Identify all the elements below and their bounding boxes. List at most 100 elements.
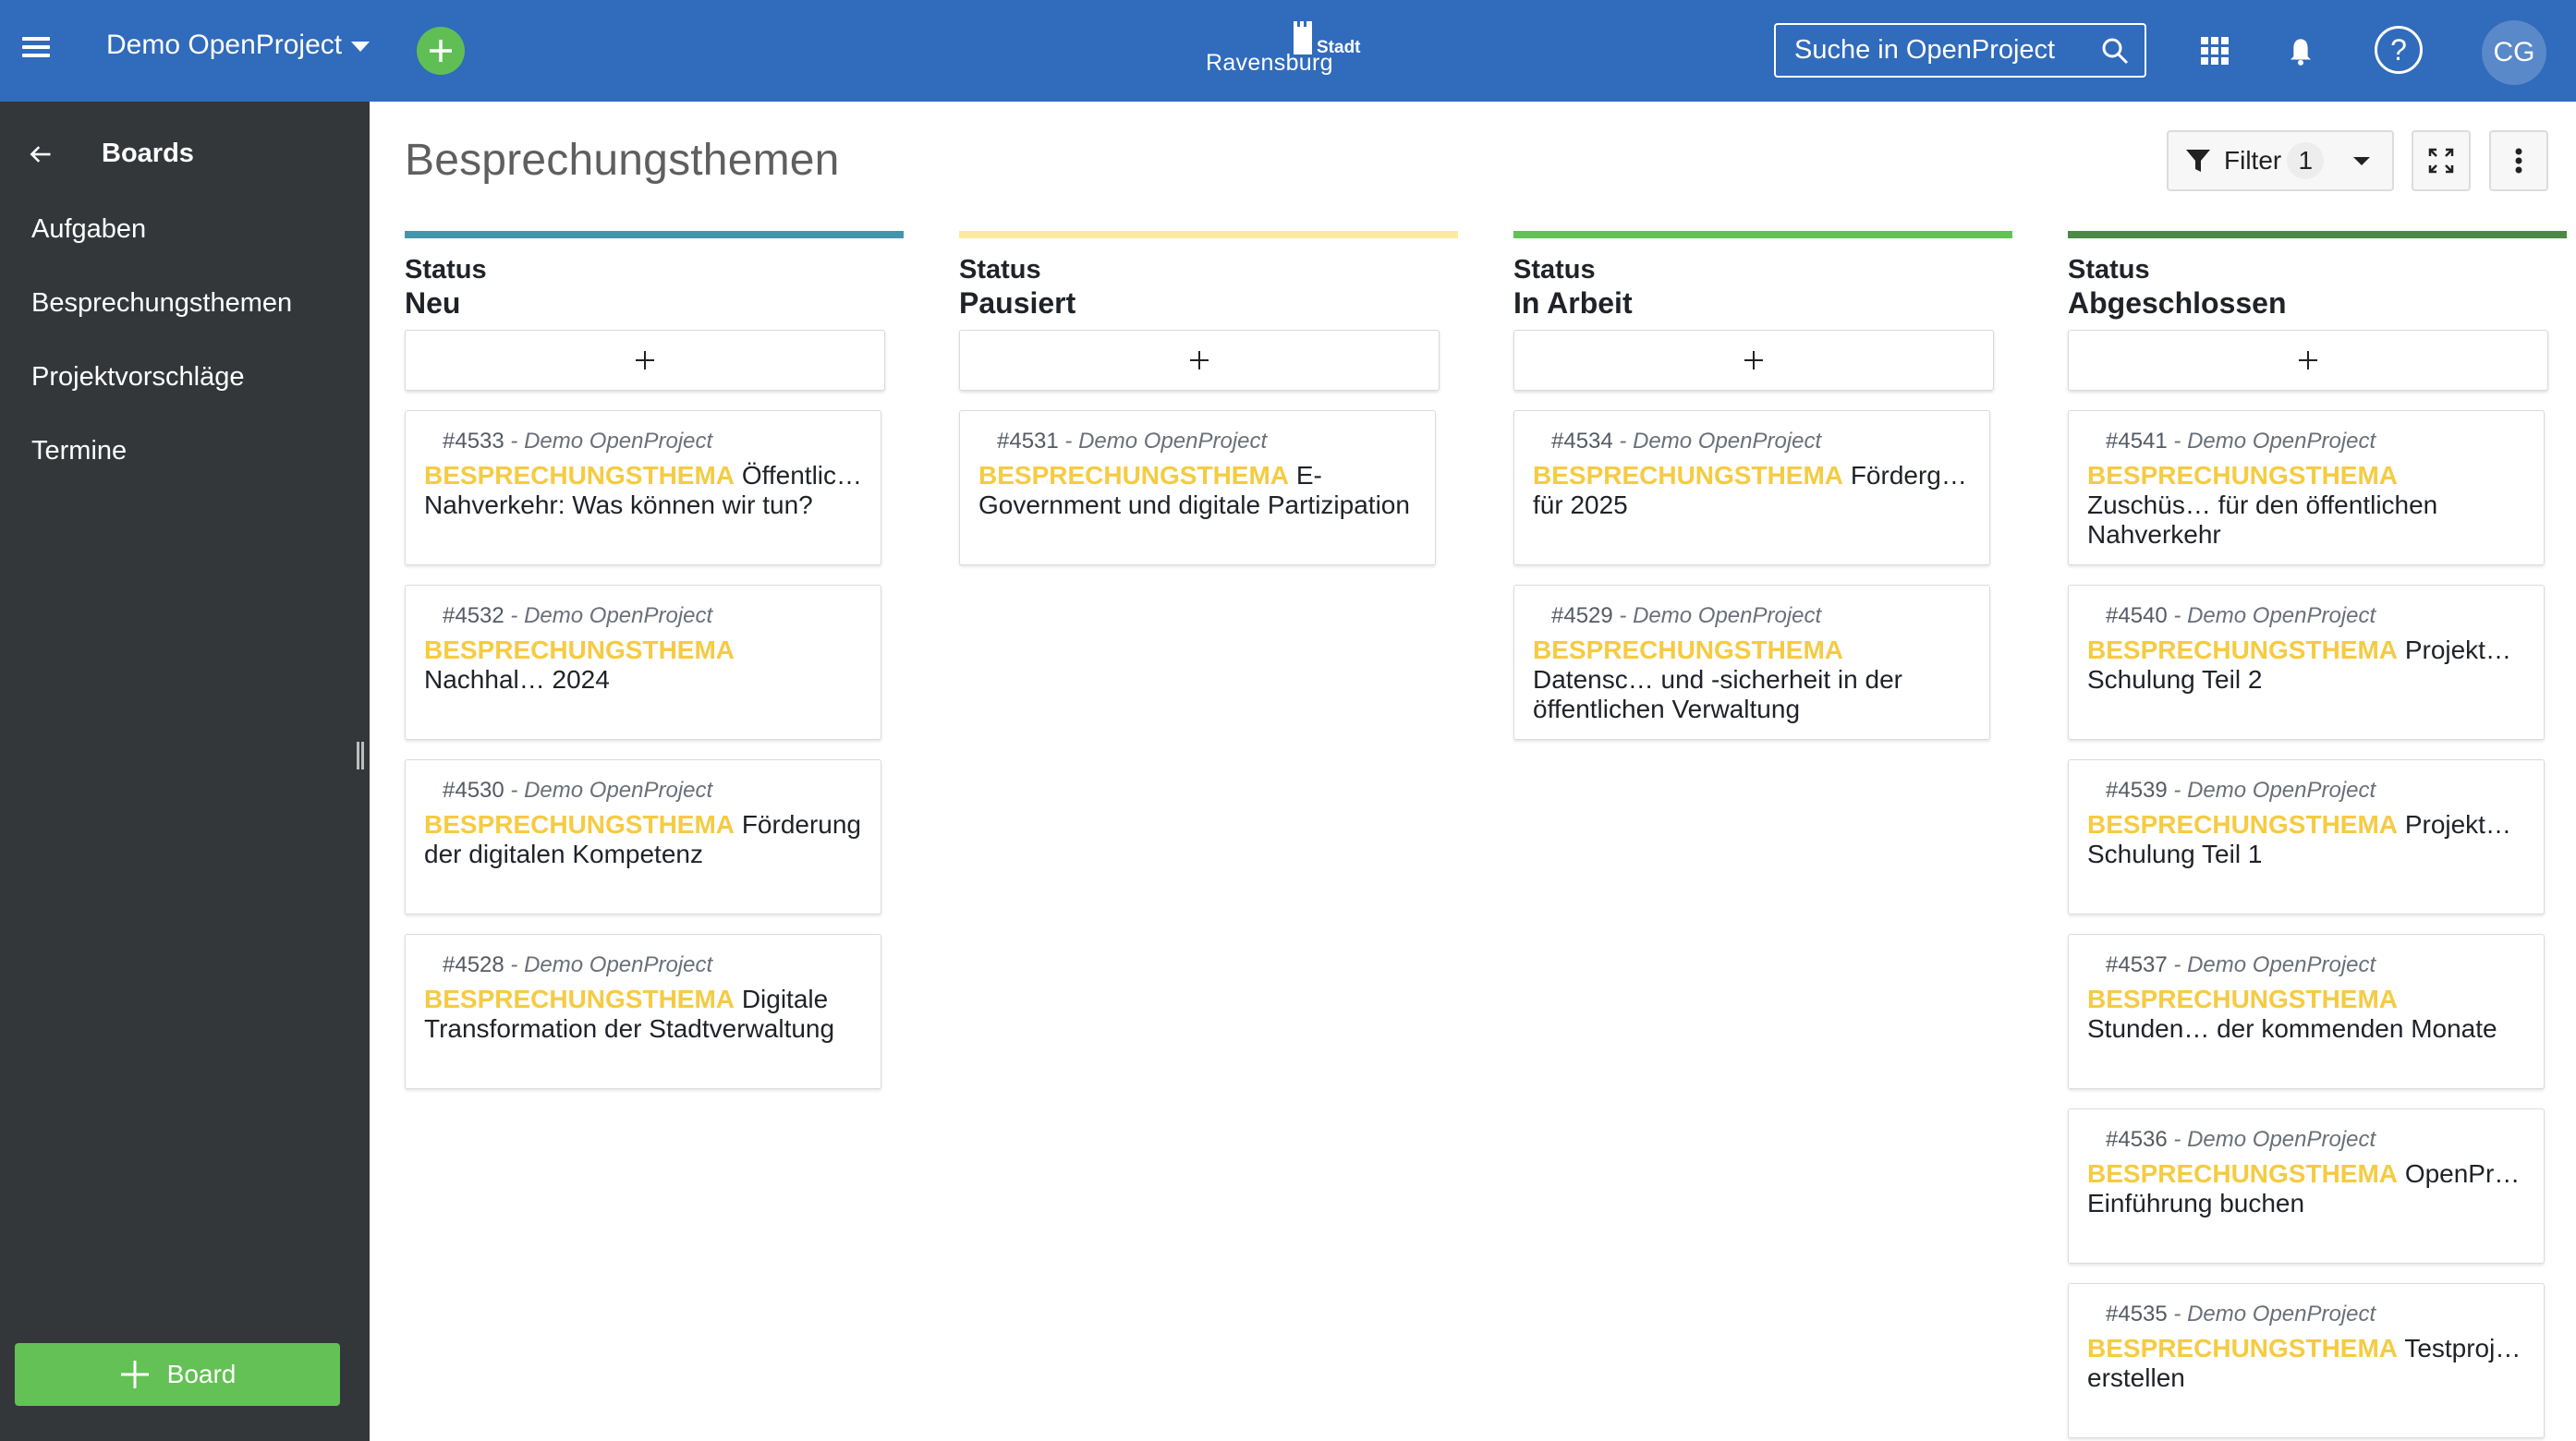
card-project: - Demo OpenProject xyxy=(2173,1127,2376,1152)
card-id[interactable]: #4539 xyxy=(2106,778,2168,803)
card-meta: #4531 - Demo OpenProject xyxy=(997,428,1416,455)
filter-count-badge: 1 xyxy=(2287,142,2325,179)
card-project: - Demo OpenProject xyxy=(510,778,713,803)
top-bar: Demo OpenProject Stadt Ravensburg Suche … xyxy=(0,0,2576,102)
back-button[interactable] xyxy=(28,139,61,169)
user-avatar[interactable]: CG xyxy=(2482,20,2546,85)
search-input[interactable]: Suche in OpenProject xyxy=(1774,23,2146,78)
sidebar-item-aufgaben[interactable]: Aufgaben xyxy=(31,214,146,245)
work-package-card[interactable]: #4536 - Demo OpenProject BESPRECHUNGSTHEM… xyxy=(2068,1108,2545,1264)
card-meta: #4540 - Demo OpenProject xyxy=(2106,602,2525,630)
card-project: - Demo OpenProject xyxy=(2173,952,2376,977)
card-id[interactable]: #4534 xyxy=(1551,429,1613,454)
city-logo[interactable]: Stadt Ravensburg xyxy=(1206,18,1372,83)
search-icon[interactable] xyxy=(2100,36,2130,66)
logo-city-text: Ravensburg xyxy=(1206,50,1333,76)
card-title: BESPRECHUNGSTHEMA Förderg… für 2025 xyxy=(1533,461,1971,520)
card-meta: #4528 - Demo OpenProject xyxy=(443,951,862,979)
work-package-card[interactable]: #4541 - Demo OpenProject BESPRECHUNGSTHEM… xyxy=(2068,410,2545,565)
hamburger-icon-line xyxy=(22,54,50,57)
work-package-card[interactable]: #4531 - Demo OpenProject BESPRECHUNGSTHEM… xyxy=(959,410,1436,565)
new-board-button[interactable]: Board xyxy=(15,1343,340,1406)
work-package-card[interactable]: #4535 - Demo OpenProject BESPRECHUNGSTHEM… xyxy=(2068,1283,2545,1438)
card-id[interactable]: #4529 xyxy=(1551,603,1613,628)
column-title[interactable]: Neu xyxy=(405,285,904,321)
work-package-card[interactable]: #4532 - Demo OpenProject BESPRECHUNGSTHEM… xyxy=(405,585,881,740)
card-meta: #4530 - Demo OpenProject xyxy=(443,777,862,805)
column-title[interactable]: Abgeschlossen xyxy=(2068,285,2567,321)
card-id[interactable]: #4535 xyxy=(2106,1302,2168,1326)
card-id[interactable]: #4532 xyxy=(443,603,504,628)
card-id[interactable]: #4540 xyxy=(2106,603,2168,628)
plus-icon xyxy=(430,40,452,62)
menu-toggle-button[interactable] xyxy=(22,37,50,63)
work-package-card[interactable]: #4537 - Demo OpenProject BESPRECHUNGSTHEM… xyxy=(2068,934,2545,1089)
card-project: - Demo OpenProject xyxy=(1619,429,1822,454)
work-package-card[interactable]: #4530 - Demo OpenProject BESPRECHUNGSTHEM… xyxy=(405,759,881,914)
fullscreen-button[interactable] xyxy=(2412,130,2471,191)
board-main: Besprechungsthemen Filter 1 Status Neu #45… xyxy=(370,102,2576,1441)
notifications-bell-icon[interactable] xyxy=(2282,33,2319,70)
hamburger-icon xyxy=(22,37,50,41)
card-id[interactable]: #4530 xyxy=(443,778,504,803)
card-meta: #4535 - Demo OpenProject xyxy=(2106,1301,2525,1328)
plus-icon xyxy=(1190,351,1209,369)
avatar-initials: CG xyxy=(2493,37,2535,67)
sidebar-title: Boards xyxy=(102,139,194,168)
work-package-card[interactable]: #4539 - Demo OpenProject BESPRECHUNGSTHEM… xyxy=(2068,759,2545,914)
card-id[interactable]: #4531 xyxy=(997,429,1059,454)
board-column: Status Abgeschlossen #4541 - Demo OpenProj… xyxy=(2068,231,2567,1438)
modules-grid-icon[interactable] xyxy=(2199,35,2230,67)
card-subject: Stunden… der kommenden Monate xyxy=(2087,1014,2497,1043)
add-card-button[interactable] xyxy=(1513,330,1994,391)
project-selector[interactable]: Demo OpenProject xyxy=(106,30,371,61)
create-new-button[interactable] xyxy=(417,27,465,75)
help-icon[interactable]: ? xyxy=(2375,26,2423,74)
sidebar-resize-handle[interactable] xyxy=(357,742,364,769)
card-id[interactable]: #4536 xyxy=(2106,1127,2168,1152)
work-package-card[interactable]: #4529 - Demo OpenProject BESPRECHUNGSTHEM… xyxy=(1513,585,1990,740)
column-color-bar xyxy=(959,231,1458,238)
card-type-label: BESPRECHUNGSTHEMA xyxy=(1533,461,1844,490)
plus-icon xyxy=(2299,351,2317,369)
card-type-label: BESPRECHUNGSTHEMA xyxy=(2087,985,2399,1013)
work-package-card[interactable]: #4534 - Demo OpenProject BESPRECHUNGSTHEM… xyxy=(1513,410,1990,565)
page-title: Besprechungsthemen xyxy=(405,136,840,185)
card-subject: Nachhal… 2024 xyxy=(424,665,610,694)
column-kicker: Status xyxy=(1513,255,1596,285)
card-id[interactable]: #4533 xyxy=(443,429,504,454)
caret-down-icon xyxy=(2353,156,2371,165)
sidebar-item-termine[interactable]: Termine xyxy=(31,436,127,466)
card-project: - Demo OpenProject xyxy=(1064,429,1268,454)
work-package-card[interactable]: #4528 - Demo OpenProject BESPRECHUNGSTHEM… xyxy=(405,934,881,1089)
more-options-button[interactable] xyxy=(2489,130,2548,191)
card-type-label: BESPRECHUNGSTHEMA xyxy=(424,810,735,839)
plus-icon xyxy=(636,351,654,369)
column-color-bar xyxy=(2068,231,2567,238)
sidebar-header: Boards xyxy=(28,139,194,169)
card-type-label: BESPRECHUNGSTHEMA xyxy=(424,985,735,1013)
card-subject: Datensc… und -sicherheit in der öffentli… xyxy=(1533,665,1902,723)
column-title[interactable]: Pausiert xyxy=(959,285,1458,321)
filter-button[interactable]: Filter 1 xyxy=(2167,130,2394,191)
card-title: BESPRECHUNGSTHEMA Stunden… der kommenden… xyxy=(2087,985,2525,1044)
column-title[interactable]: In Arbeit xyxy=(1513,285,2012,321)
card-type-label: BESPRECHUNGSTHEMA xyxy=(978,461,1290,490)
add-card-button[interactable] xyxy=(405,330,885,391)
work-package-card[interactable]: #4533 - Demo OpenProject BESPRECHUNGSTHEM… xyxy=(405,410,881,565)
add-card-button[interactable] xyxy=(959,330,1440,391)
sidebar-item-projektvorschlaege[interactable]: Projektvorschläge xyxy=(31,362,245,393)
card-project: - Demo OpenProject xyxy=(1619,603,1822,628)
card-id[interactable]: #4537 xyxy=(2106,952,2168,977)
card-type-label: BESPRECHUNGSTHEMA xyxy=(2087,636,2399,664)
plus-icon xyxy=(120,1361,149,1388)
work-package-card[interactable]: #4540 - Demo OpenProject BESPRECHUNGSTHEM… xyxy=(2068,585,2545,740)
card-meta: #4536 - Demo OpenProject xyxy=(2106,1126,2525,1154)
expand-icon xyxy=(2428,148,2454,174)
add-card-button[interactable] xyxy=(2068,330,2548,391)
sidebar-item-besprechungsthemen[interactable]: Besprechungsthemen xyxy=(31,288,292,319)
new-board-label: Board xyxy=(166,1360,237,1388)
card-id[interactable]: #4528 xyxy=(443,952,504,977)
card-id[interactable]: #4541 xyxy=(2106,429,2168,454)
search-placeholder: Suche in OpenProject xyxy=(1794,35,2056,65)
